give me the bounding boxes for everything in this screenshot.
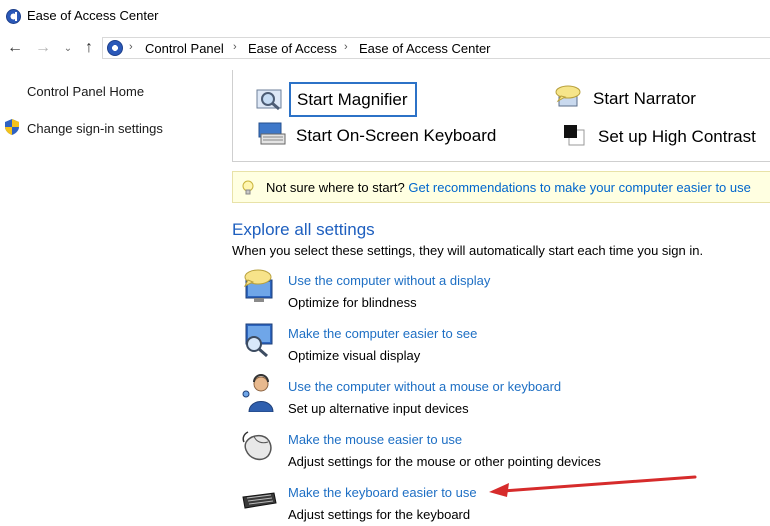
breadcrumb-ease-of-access[interactable]: Ease of Access bbox=[248, 41, 337, 56]
start-on-screen-keyboard-label[interactable]: Start On-Screen Keyboard bbox=[296, 126, 496, 146]
address-bar[interactable]: › Control Panel › Ease of Access › Ease … bbox=[102, 37, 770, 59]
ease-of-access-location-icon bbox=[107, 40, 123, 56]
monitor-magnifier-icon bbox=[245, 323, 273, 358]
tip-text: Not sure where to start? Get recommendat… bbox=[266, 180, 751, 195]
tip-question: Not sure where to start? bbox=[266, 180, 405, 195]
use-without-display-link[interactable]: Use the computer without a display bbox=[288, 273, 490, 288]
without-mouse-or-keyboard-link[interactable]: Use the computer without a mouse or keyb… bbox=[288, 379, 561, 394]
mouse-icon bbox=[242, 431, 272, 461]
up-arrow-icon[interactable]: ↑ bbox=[80, 38, 98, 58]
back-arrow-icon[interactable]: ← bbox=[6, 38, 24, 58]
breadcrumb-separator-icon[interactable]: › bbox=[344, 41, 348, 53]
left-task-pane: Control Panel Home Change sign-in settin… bbox=[0, 62, 222, 526]
breadcrumb-control-panel[interactable]: Control Panel bbox=[145, 41, 224, 56]
recent-locations-chevron-icon[interactable]: ⌄ bbox=[60, 39, 76, 59]
mouse-easier-link[interactable]: Make the mouse easier to use bbox=[288, 432, 462, 447]
keyboard-easier-description: Adjust settings for the keyboard bbox=[288, 507, 471, 522]
keyboard-easier-link[interactable]: Make the keyboard easier to use bbox=[288, 485, 477, 500]
control-panel-home-link[interactable]: Control Panel Home bbox=[27, 84, 144, 99]
keyboard-icon bbox=[242, 492, 277, 509]
narrator-icon bbox=[555, 85, 581, 107]
change-sign-in-settings-link[interactable]: Change sign-in settings bbox=[27, 121, 163, 136]
easier-to-see-description: Optimize visual display bbox=[288, 348, 421, 363]
easier-to-see-link[interactable]: Make the computer easier to see bbox=[288, 326, 477, 341]
magnifier-icon bbox=[256, 89, 282, 111]
start-narrator-label[interactable]: Start Narrator bbox=[593, 89, 696, 109]
ease-of-access-icon bbox=[6, 9, 21, 24]
breadcrumb-separator-icon[interactable]: › bbox=[129, 41, 133, 53]
on-screen-keyboard-icon bbox=[258, 122, 286, 145]
window-title: Ease of Access Center bbox=[27, 8, 159, 23]
lightbulb-icon bbox=[242, 180, 254, 195]
forward-arrow-icon[interactable]: → bbox=[34, 38, 52, 58]
title-bar: Ease of Access Center bbox=[0, 0, 770, 34]
explore-description: When you select these settings, they wil… bbox=[232, 243, 704, 258]
monitor-speech-icon bbox=[243, 269, 273, 302]
red-annotation-arrow-icon bbox=[489, 475, 697, 497]
get-recommendations-link[interactable]: Get recommendations to make your compute… bbox=[408, 180, 751, 195]
use-without-display-description: Optimize for blindness bbox=[288, 295, 417, 310]
person-headset-icon bbox=[242, 374, 274, 412]
high-contrast-icon bbox=[564, 125, 585, 146]
breadcrumb-separator-icon[interactable]: › bbox=[233, 41, 237, 53]
start-magnifier-label[interactable]: Start Magnifier bbox=[297, 90, 408, 110]
explore-all-settings-heading: Explore all settings bbox=[232, 220, 375, 239]
breadcrumb-ease-of-access-center[interactable]: Ease of Access Center bbox=[359, 41, 491, 56]
uac-shield-icon bbox=[5, 119, 19, 135]
without-mouse-or-keyboard-description: Set up alternative input devices bbox=[288, 401, 469, 416]
navigation-bar: ← → ⌄ ↑ › Control Panel › Ease of Access… bbox=[0, 34, 770, 62]
mouse-easier-description: Adjust settings for the mouse or other p… bbox=[288, 454, 601, 469]
set-up-high-contrast-label[interactable]: Set up High Contrast bbox=[598, 127, 756, 147]
